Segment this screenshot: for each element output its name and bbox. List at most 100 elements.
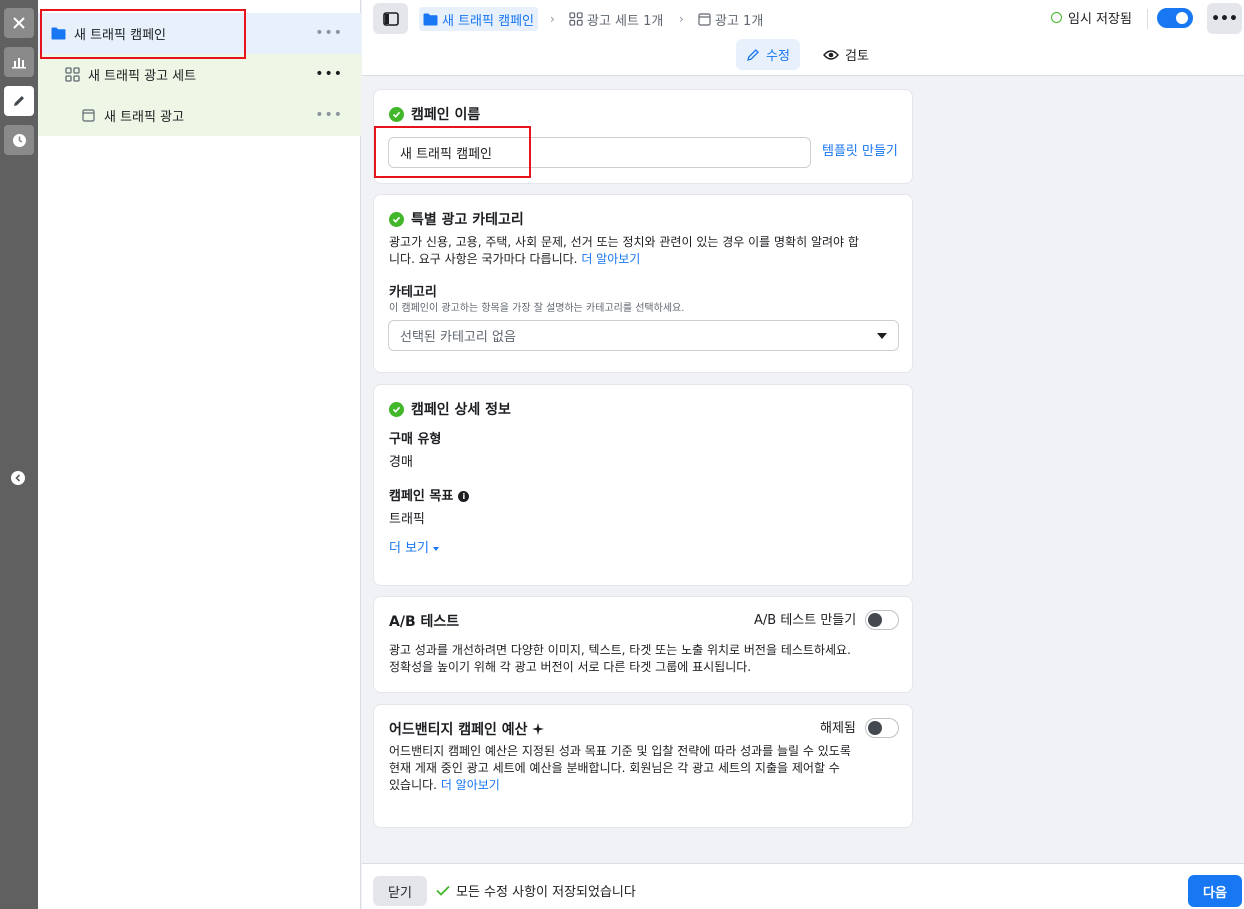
checkmark-icon [436, 885, 450, 896]
edit-pencil-icon[interactable] [4, 86, 34, 116]
caret-down-icon [433, 546, 440, 551]
save-status: 모든 수정 사항이 저장되었습니다 [436, 881, 636, 900]
ad-window-icon [698, 12, 711, 26]
category-help-text: 이 캠페인이 광고하는 항목을 가장 잘 설명하는 카테고리를 선택하세요. [389, 303, 685, 314]
more-options-icon[interactable]: ••• [315, 108, 343, 122]
eye-icon [823, 49, 839, 61]
card-title-text: 특별 광고 카테고리 [411, 212, 524, 228]
tab-label: 수정 [766, 49, 790, 64]
description-line: 광고 성과를 개선하려면 다양한 이미지, 텍스트, 타겟 또는 노출 위치로 … [389, 643, 851, 657]
sparkle-icon [531, 723, 544, 735]
objective-label-text: 캠페인 목표 [389, 489, 454, 504]
tab-edit[interactable]: 수정 [736, 39, 800, 70]
tree-item-campaign[interactable]: 새 트래픽 캠페인 ••• [38, 13, 361, 54]
tree-item-ad[interactable]: 새 트래픽 광고 ••• [38, 95, 361, 136]
check-icon [389, 211, 404, 227]
special-category-description: 광고가 신용, 고용, 주택, 사회 문제, 선거 또는 정치와 관련이 있는 … [389, 234, 859, 268]
card-title: 캠페인 이름 [389, 104, 480, 124]
grid-icon [569, 12, 583, 26]
ab-test-card: A/B 테스트 A/B 테스트 만들기 광고 성과를 개선하려면 다양한 이미지… [373, 596, 913, 693]
check-icon [389, 401, 404, 417]
card-title-text: 캠페인 이름 [411, 107, 481, 123]
advantage-budget-description: 어드밴티지 캠페인 예산은 지정된 성과 목표 기준 및 입찰 전략에 따라 성… [389, 743, 851, 794]
tab-review[interactable]: 검토 [813, 39, 879, 70]
advantage-budget-card: 어드밴티지 캠페인 예산 해제됨 어드밴티지 캠페인 예산은 지정된 성과 목표… [373, 704, 913, 828]
ad-window-icon [80, 108, 96, 124]
objective-value: 트래픽 [389, 512, 425, 527]
budget-toggle-label: 해제됨 [820, 721, 856, 736]
objective-label: 캠페인 목표 i [389, 488, 470, 505]
left-rail [0, 0, 38, 909]
saved-status-text: 임시 저장됨 [1068, 12, 1132, 27]
learn-more-link[interactable]: 더 알아보기 [581, 252, 640, 266]
ab-test-description: 광고 성과를 개선하려면 다양한 이미지, 텍스트, 타겟 또는 노출 위치로 … [389, 642, 851, 676]
tree-item-label: 새 트래픽 광고 [104, 110, 185, 125]
check-icon [389, 106, 404, 122]
advantage-budget-toggle[interactable] [865, 718, 899, 738]
dropdown-caret-icon [877, 333, 887, 339]
category-label: 카테고리 [389, 285, 437, 300]
info-icon[interactable]: i [458, 491, 470, 502]
campaign-details-card: 캠페인 상세 정보 구매 유형 경매 캠페인 목표 i 트래픽 더 보기 [373, 384, 913, 586]
breadcrumb-label: 광고 세트 1개 [587, 13, 664, 29]
more-options-icon[interactable]: ••• [315, 26, 343, 40]
next-button[interactable]: 다음 [1188, 875, 1242, 907]
campaign-tree-panel: 새 트래픽 캠페인 ••• 새 트래픽 광고 세트 ••• 새 트래픽 광고 •… [38, 0, 361, 909]
campaign-name-input[interactable]: 새 트래픽 캠페인 [388, 137, 811, 168]
breadcrumb-label: 광고 1개 [715, 13, 764, 29]
close-icon[interactable] [4, 8, 34, 38]
buying-type-value: 경매 [389, 455, 413, 470]
card-title-text: 캠페인 상세 정보 [411, 402, 511, 418]
footer-bar: 닫기 모든 수정 사항이 저장되었습니다 다음 [362, 863, 1244, 909]
campaign-on-toggle[interactable] [1157, 8, 1193, 28]
more-options-button[interactable]: ••• [1207, 3, 1242, 34]
tree-item-adset[interactable]: 새 트래픽 광고 세트 ••• [38, 54, 361, 95]
tab-label: 검토 [845, 49, 869, 64]
learn-more-link[interactable]: 더 알아보기 [441, 778, 500, 792]
sidebar-toggle-icon[interactable] [373, 3, 408, 34]
collapse-chevron-icon[interactable] [11, 471, 25, 485]
card-title: 어드밴티지 캠페인 예산 [389, 719, 544, 739]
category-select[interactable]: 선택된 카테고리 없음 [388, 320, 899, 351]
ab-test-toggle-label: A/B 테스트 만들기 [754, 613, 857, 628]
folder-icon [423, 13, 438, 26]
see-more-link[interactable]: 더 보기 [389, 540, 440, 557]
breadcrumb-ad[interactable]: 광고 1개 [698, 7, 763, 31]
save-status-text: 모든 수정 사항이 저장되었습니다 [456, 885, 636, 900]
draft-saved-status: 임시 저장됨 [1051, 8, 1132, 27]
breadcrumb-campaign[interactable]: 새 트래픽 캠페인 [419, 7, 538, 31]
chevron-right-icon: › [550, 12, 555, 26]
description-line: 니다. 요구 사항은 국가마다 다릅니다. [389, 252, 578, 266]
special-category-card: 특별 광고 카테고리 광고가 신용, 고용, 주택, 사회 문제, 선거 또는 … [373, 194, 913, 373]
close-button[interactable]: 닫기 [373, 876, 427, 906]
pencil-icon [746, 48, 760, 62]
chart-icon[interactable] [4, 47, 34, 77]
top-bar: 새 트래픽 캠페인 › 광고 세트 1개 › 광고 1개 임시 저장됨 ••• … [362, 0, 1244, 76]
card-title-text: 어드밴티지 캠페인 예산 [389, 722, 528, 738]
card-title: 캠페인 상세 정보 [389, 399, 511, 419]
description-line: 정확성을 높이기 위해 각 광고 버전이 서로 다른 타겟 그룹에 표시됩니다. [389, 660, 752, 674]
campaign-name-card: 캠페인 이름 새 트래픽 캠페인 템플릿 만들기 [373, 89, 913, 184]
create-template-link[interactable]: 템플릿 만들기 [822, 143, 898, 160]
description-line: 어드밴티지 캠페인 예산은 지정된 성과 목표 기준 및 입찰 전략에 따라 성… [389, 744, 851, 758]
more-options-icon[interactable]: ••• [315, 67, 343, 81]
tree-item-label: 새 트래픽 캠페인 [74, 28, 166, 43]
buying-type-label: 구매 유형 [389, 432, 442, 447]
description-line: 광고가 신용, 고용, 주택, 사회 문제, 선거 또는 정치와 관련이 있는 … [389, 235, 859, 249]
tree-item-label: 새 트래픽 광고 세트 [88, 69, 197, 84]
card-title: 특별 광고 카테고리 [389, 209, 524, 229]
select-placeholder: 선택된 카테고리 없음 [400, 330, 516, 345]
status-circle-icon [1051, 12, 1062, 23]
description-line: 현재 게재 중인 광고 세트에 예산을 분배합니다. 회원님은 각 광고 세트의… [389, 761, 840, 775]
breadcrumb-label: 새 트래픽 캠페인 [442, 13, 534, 29]
divider [1147, 9, 1148, 29]
chevron-right-icon: › [679, 12, 684, 26]
description-line: 있습니다. [389, 778, 437, 792]
clock-icon[interactable] [4, 125, 34, 155]
see-more-text: 더 보기 [389, 541, 430, 556]
breadcrumb-adset[interactable]: 광고 세트 1개 [569, 7, 663, 31]
ab-test-toggle[interactable] [865, 610, 899, 630]
card-title: A/B 테스트 [389, 614, 460, 630]
grid-icon [64, 67, 80, 83]
folder-icon [50, 26, 66, 42]
